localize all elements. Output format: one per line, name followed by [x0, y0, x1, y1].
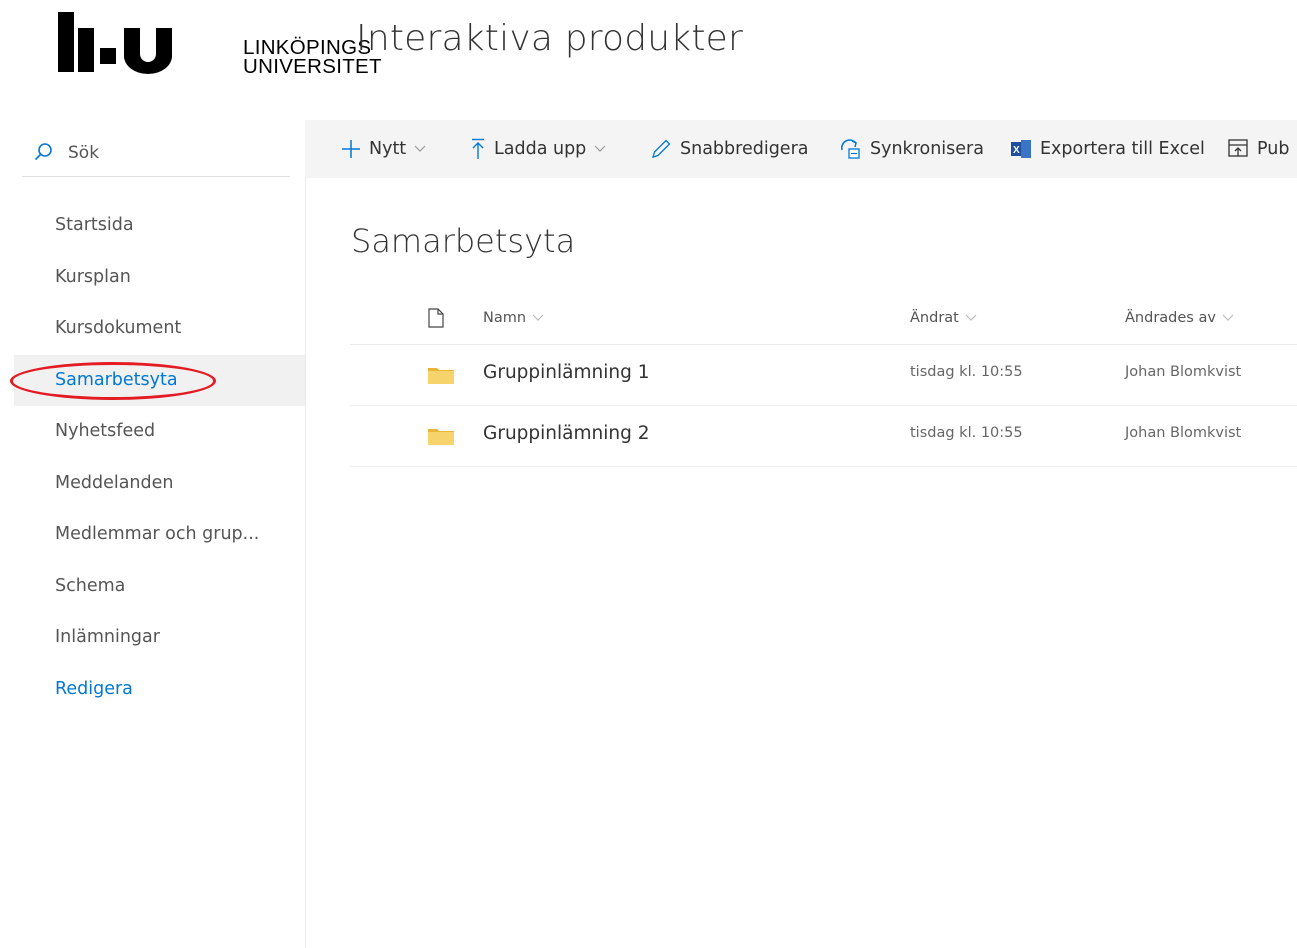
svg-text:X: X — [1013, 145, 1020, 156]
chevron-down-icon — [532, 314, 544, 321]
new-button[interactable]: Nytt — [341, 120, 426, 178]
table-row[interactable]: Gruppinlämning 1 tisdag kl. 10:55 Johan … — [350, 344, 1297, 406]
row-modified: tisdag kl. 10:55 — [910, 364, 1023, 380]
row-modified: tisdag kl. 10:55 — [910, 425, 1023, 441]
nav-list: Startsida Kursplan Kursdokument Samarbet… — [14, 200, 305, 715]
upload-icon — [472, 138, 484, 159]
search-box[interactable]: Sök — [22, 126, 290, 177]
sync-button[interactable]: Synkronisera — [838, 120, 984, 178]
nav-item-medlemmar[interactable]: Medlemmar och grup... — [14, 509, 305, 561]
folder-icon — [428, 368, 454, 384]
liu-logo-mark — [58, 12, 172, 74]
library-header: Namn Ändrat Ändrades av — [350, 292, 1297, 345]
column-header-modified-label: Ändrat — [910, 310, 959, 326]
nav-item-startsida[interactable]: Startsida — [14, 200, 305, 252]
export-excel-label: Exportera till Excel — [1040, 139, 1205, 159]
file-type-icon[interactable] — [428, 308, 444, 328]
nav-item-meddelanden[interactable]: Meddelanden — [14, 458, 305, 510]
upload-button[interactable]: Ladda upp — [470, 120, 606, 178]
nav-item-inlamningar[interactable]: Inlämningar — [14, 612, 305, 664]
publish-icon — [1228, 139, 1248, 157]
nav-item-nyhetsfeed[interactable]: Nyhetsfeed — [14, 406, 305, 458]
search-label: Sök — [68, 143, 100, 163]
logo-text-line2: UNIVERSITET — [243, 55, 382, 78]
publish-button[interactable]: Pub — [1227, 120, 1289, 178]
row-modified-by[interactable]: Johan Blomkvist — [1125, 425, 1241, 441]
row-name[interactable]: Gruppinlämning 1 — [483, 362, 650, 383]
row-name[interactable]: Gruppinlämning 2 — [483, 423, 650, 444]
row-modified-by[interactable]: Johan Blomkvist — [1125, 364, 1241, 380]
nav-item-schema[interactable]: Schema — [14, 561, 305, 613]
sync-icon — [840, 139, 860, 159]
nav-edit-link[interactable]: Redigera — [14, 664, 305, 716]
chevron-down-icon — [414, 145, 426, 152]
table-row[interactable]: Gruppinlämning 2 tisdag kl. 10:55 Johan … — [350, 405, 1297, 467]
left-navigation: Sök Startsida Kursplan Kursdokument Sama… — [0, 120, 306, 948]
column-header-modified-by-label: Ändrades av — [1125, 310, 1216, 326]
upload-label: Ladda upp — [494, 139, 587, 159]
pencil-icon — [652, 139, 671, 158]
column-header-name[interactable]: Namn — [483, 310, 544, 326]
excel-icon: X — [1011, 140, 1031, 158]
nav-item-kursplan[interactable]: Kursplan — [14, 252, 305, 304]
site-title[interactable]: Interaktiva produkter — [356, 18, 743, 59]
search-icon — [34, 143, 52, 161]
chevron-down-icon — [594, 145, 606, 152]
command-bar: Nytt Ladda upp Snabbredigera Synkroniser… — [305, 120, 1297, 178]
new-label: Nytt — [369, 139, 407, 159]
highlight-annotation — [10, 362, 216, 400]
column-header-modified[interactable]: Ändrat — [910, 310, 977, 326]
plus-icon — [342, 140, 360, 158]
quick-edit-label: Snabbredigera — [680, 139, 809, 159]
column-header-name-label: Namn — [483, 310, 527, 326]
column-header-modified-by[interactable]: Ändrades av — [1125, 310, 1234, 326]
sync-label: Synkronisera — [870, 139, 984, 159]
page-title: Samarbetsyta — [351, 222, 576, 260]
site-header: LINKÖPINGS UNIVERSITET Interaktiva produ… — [0, 0, 1297, 120]
nav-item-kursdokument[interactable]: Kursdokument — [14, 303, 305, 355]
publish-label: Pub — [1257, 139, 1290, 159]
quick-edit-button[interactable]: Snabbredigera — [650, 120, 808, 178]
export-excel-button[interactable]: X Exportera till Excel — [1010, 120, 1205, 178]
chevron-down-icon — [965, 314, 977, 321]
liu-logo[interactable]: LINKÖPINGS UNIVERSITET — [58, 12, 382, 77]
folder-icon — [428, 429, 454, 445]
chevron-down-icon — [1222, 314, 1234, 321]
